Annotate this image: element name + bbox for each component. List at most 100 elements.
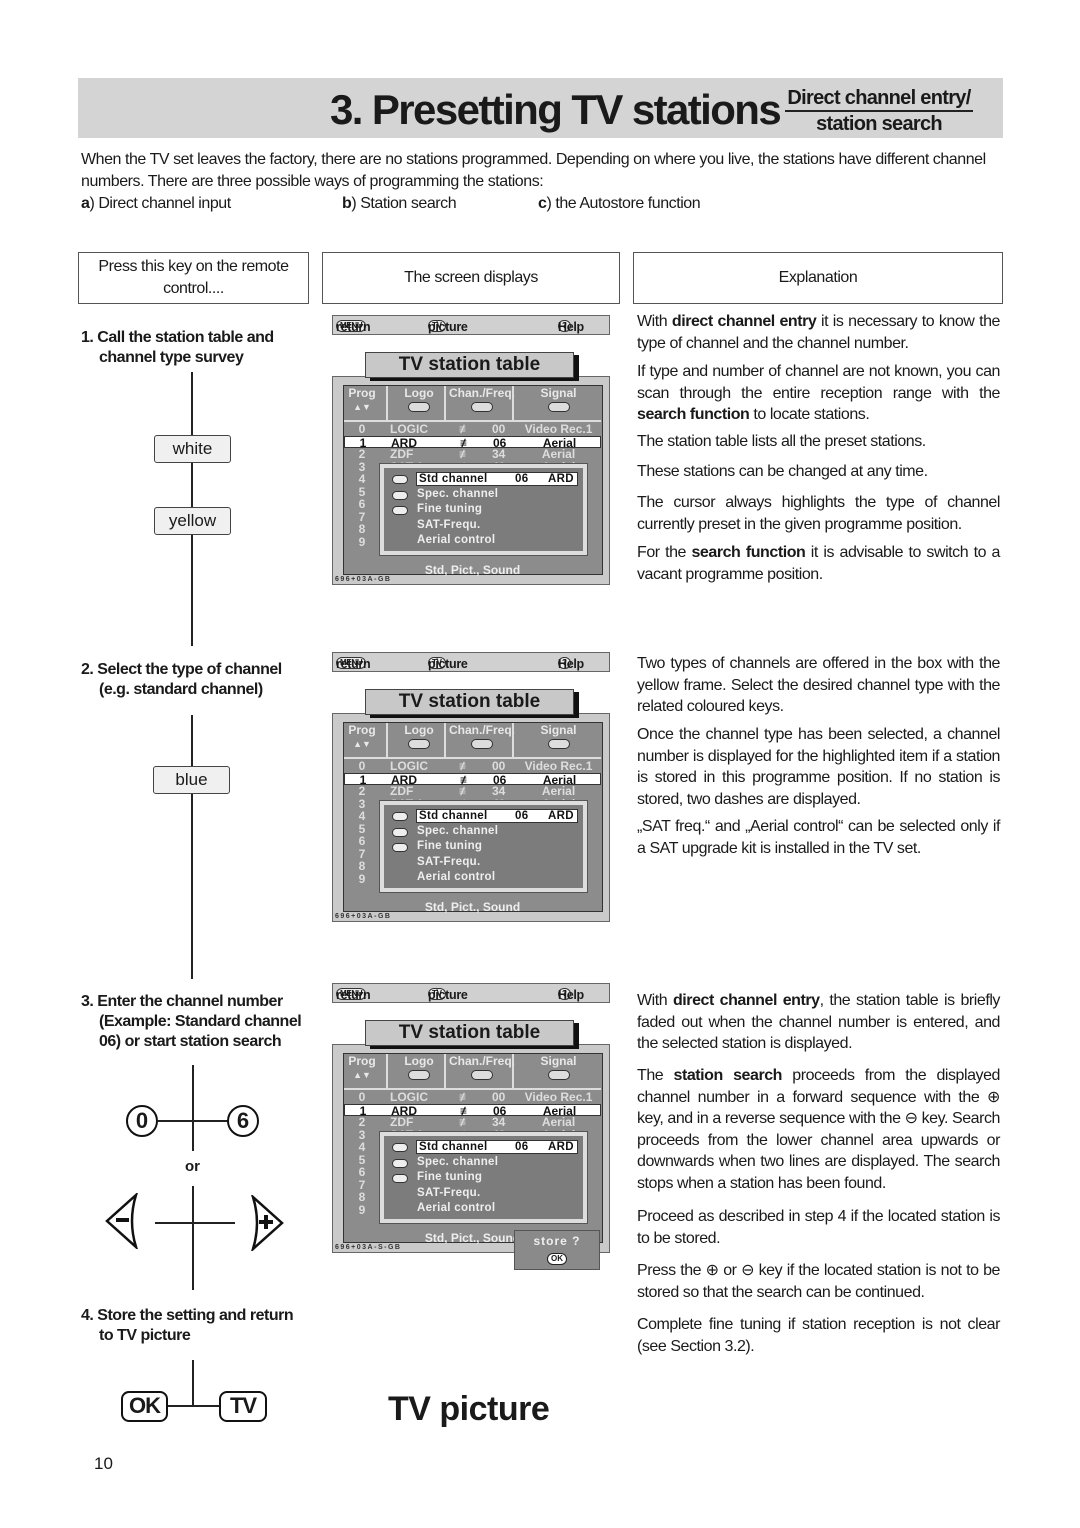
station-table: Prog ▲▼ Logo Chan./Freq. Signal 0 LOGIC ≢ 00… <box>343 385 603 577</box>
station-row[interactable]: 0 LOGIC ≢ 00 Video Rec.1 <box>344 423 601 436</box>
divider <box>444 386 446 422</box>
channel-type-icon <box>392 843 408 852</box>
column-icon <box>408 402 430 412</box>
column-icon <box>471 739 493 749</box>
explanation-paragraph: With direct channel entry, the station t… <box>637 992 1000 1052</box>
sound-picture-hint: Std, Pict., Sound <box>424 563 521 577</box>
tuning-icon: ≢ <box>459 1090 471 1104</box>
channel-type-icon <box>392 1158 408 1168</box>
column-icon <box>471 402 493 412</box>
popup-item[interactable]: Spec. channel <box>417 488 498 500</box>
screen-top-bar: MENU return TV picture ? Help <box>332 983 610 1003</box>
column-header: Chan./Freq. <box>448 387 516 413</box>
channel-type-popup: Std channel 06 ARD Spec. channel Fine tuning… <box>379 463 588 556</box>
popup-item[interactable]: Aerial control <box>417 1202 495 1214</box>
channel-type-icon <box>392 812 408 821</box>
station-row[interactable]: 2 ZDF ≢ 34 Aerial <box>344 785 601 798</box>
column-header: Prog ▲▼ <box>348 723 376 750</box>
figure-code: 696+03A-S-GB <box>335 1244 402 1251</box>
channel-type-icon <box>392 475 408 484</box>
connector-line <box>192 1360 194 1406</box>
screen-top-bar: MENU return TV picture ? Help <box>332 315 610 335</box>
explanation-paragraph: The station table lists all the preset s… <box>637 433 926 450</box>
station-table: Prog ▲▼ Logo Chan./Freq. Signal 0 LOGIC ≢ 00… <box>343 722 603 914</box>
explanation-paragraph: Press the ⊕ or ⊖ key if the located stat… <box>637 1262 1000 1301</box>
channel-type-icon <box>392 1143 408 1152</box>
connector-line <box>192 1065 194 1151</box>
tv-key[interactable]: TV <box>219 1391 267 1422</box>
screen-title: TV station table <box>365 1020 574 1046</box>
channel-type-popup: Std channel 06 ARD Spec. channel Fine tuning… <box>379 1131 588 1224</box>
popup-item[interactable]: Fine tuning <box>417 840 482 852</box>
connector-line <box>158 1120 228 1122</box>
channel-type-icon <box>392 1174 408 1183</box>
white-key[interactable]: white <box>154 435 231 463</box>
popup-item[interactable]: Fine tuning <box>417 1171 482 1183</box>
popup-item[interactable]: SAT-Frequ. <box>417 1187 480 1199</box>
tv-picture-label: TV picture <box>388 1390 550 1428</box>
divider <box>386 386 388 422</box>
explanation-paragraph: Proceed as described in step 4 if the lo… <box>637 1208 1000 1247</box>
page-title: 3. Presetting TV stations <box>330 86 782 133</box>
tv-screen: MENU return TV picture ? Help TV station ta… <box>332 315 612 605</box>
explanation-paragraph: These stations can be changed at any tim… <box>637 463 928 480</box>
divider <box>444 1054 446 1090</box>
yellow-key[interactable]: yellow <box>154 507 231 535</box>
column-icon <box>547 402 570 412</box>
station-row[interactable]: 0 LOGIC ≢ 00 Video Rec.1 <box>344 760 601 773</box>
column-header: Logo <box>390 1055 448 1081</box>
column-header: Chan./Freq. <box>448 724 516 750</box>
station-row[interactable]: 2 ZDF ≢ 34 Aerial <box>344 1116 601 1129</box>
popup-item[interactable]: Spec. channel <box>417 1156 498 1168</box>
tuning-icon: ≢ <box>459 447 471 461</box>
popup-item[interactable]: Std channel 06 ARD <box>416 472 578 486</box>
column-header: Signal <box>516 724 601 750</box>
ok-key[interactable]: OK <box>121 1391 168 1422</box>
explanation-paragraph: Two types of channels are offered in the… <box>637 655 1000 715</box>
plus-key-icon[interactable] <box>249 1195 285 1251</box>
tuning-icon: ≢ <box>459 784 471 798</box>
explanation-paragraph: If type and number of channel are not kn… <box>637 363 1000 423</box>
intro-text: When the TV set leaves the factory, ther… <box>81 151 986 190</box>
connector-line <box>191 715 193 979</box>
station-table-frame: Prog ▲▼ Logo Chan./Freq. Signal 0 LOGIC ≢ 00… <box>332 713 610 922</box>
popup-item[interactable]: Std channel 06 ARD <box>416 1140 578 1154</box>
column-header: Prog ▲▼ <box>348 1054 376 1081</box>
connector-line <box>166 1405 222 1407</box>
tv-screen: MENU return TV picture ? Help TV station ta… <box>332 652 612 942</box>
explanation-paragraph: The station search proceeds from the dis… <box>637 1067 1001 1192</box>
subtitle-line-2: station search <box>816 113 943 135</box>
or-label: or <box>185 1158 200 1175</box>
popup-item[interactable]: Std channel 06 ARD <box>416 809 578 823</box>
popup-item[interactable]: Aerial control <box>417 534 495 546</box>
blue-key[interactable]: blue <box>153 766 230 794</box>
minus-key-icon[interactable] <box>104 1193 140 1249</box>
step-1-heading: 1. Call the station table and channel typ… <box>81 329 274 366</box>
column-header: Logo <box>390 724 448 750</box>
popup-item[interactable]: SAT-Frequ. <box>417 519 480 531</box>
station-row[interactable]: 2 ZDF ≢ 34 Aerial <box>344 448 601 461</box>
connector-line <box>155 1222 235 1224</box>
popup-item[interactable]: Spec. channel <box>417 825 498 837</box>
column-header: Chan./Freq. <box>448 1055 516 1081</box>
option-b: b) Station search <box>342 195 457 212</box>
subtitle-line-1: Direct channel entry/ <box>785 86 973 112</box>
step-2-heading: 2. Select the type of channel (e.g. stand… <box>81 661 282 698</box>
popup-item[interactable]: Aerial control <box>417 871 495 883</box>
explanation-paragraph: For the search function it is advisable … <box>637 544 1000 583</box>
column-header: Signal <box>516 1055 601 1081</box>
station-row[interactable]: 0 LOGIC ≢ 00 Video Rec.1 <box>344 1091 601 1104</box>
tuning-icon: ≢ <box>459 759 471 773</box>
popup-item[interactable]: SAT-Frequ. <box>417 856 480 868</box>
sound-picture-hint: Std, Pict., Sound <box>424 900 521 914</box>
divider <box>512 1054 514 1090</box>
column-icon <box>547 1070 570 1080</box>
column-header-screen: The screen displays <box>322 252 620 304</box>
page-subtitle: Direct channel entry/station search <box>784 86 974 136</box>
digit-0-key[interactable]: 0 <box>126 1105 158 1137</box>
digit-6-key[interactable]: 6 <box>227 1105 259 1137</box>
screen-title: TV station table <box>365 689 574 715</box>
ok-key-icon[interactable]: OK <box>547 1253 567 1265</box>
popup-item[interactable]: Fine tuning <box>417 503 482 515</box>
station-table-frame: Prog ▲▼ Logo Chan./Freq. Signal 0 LOGIC ≢ 00… <box>332 376 610 585</box>
